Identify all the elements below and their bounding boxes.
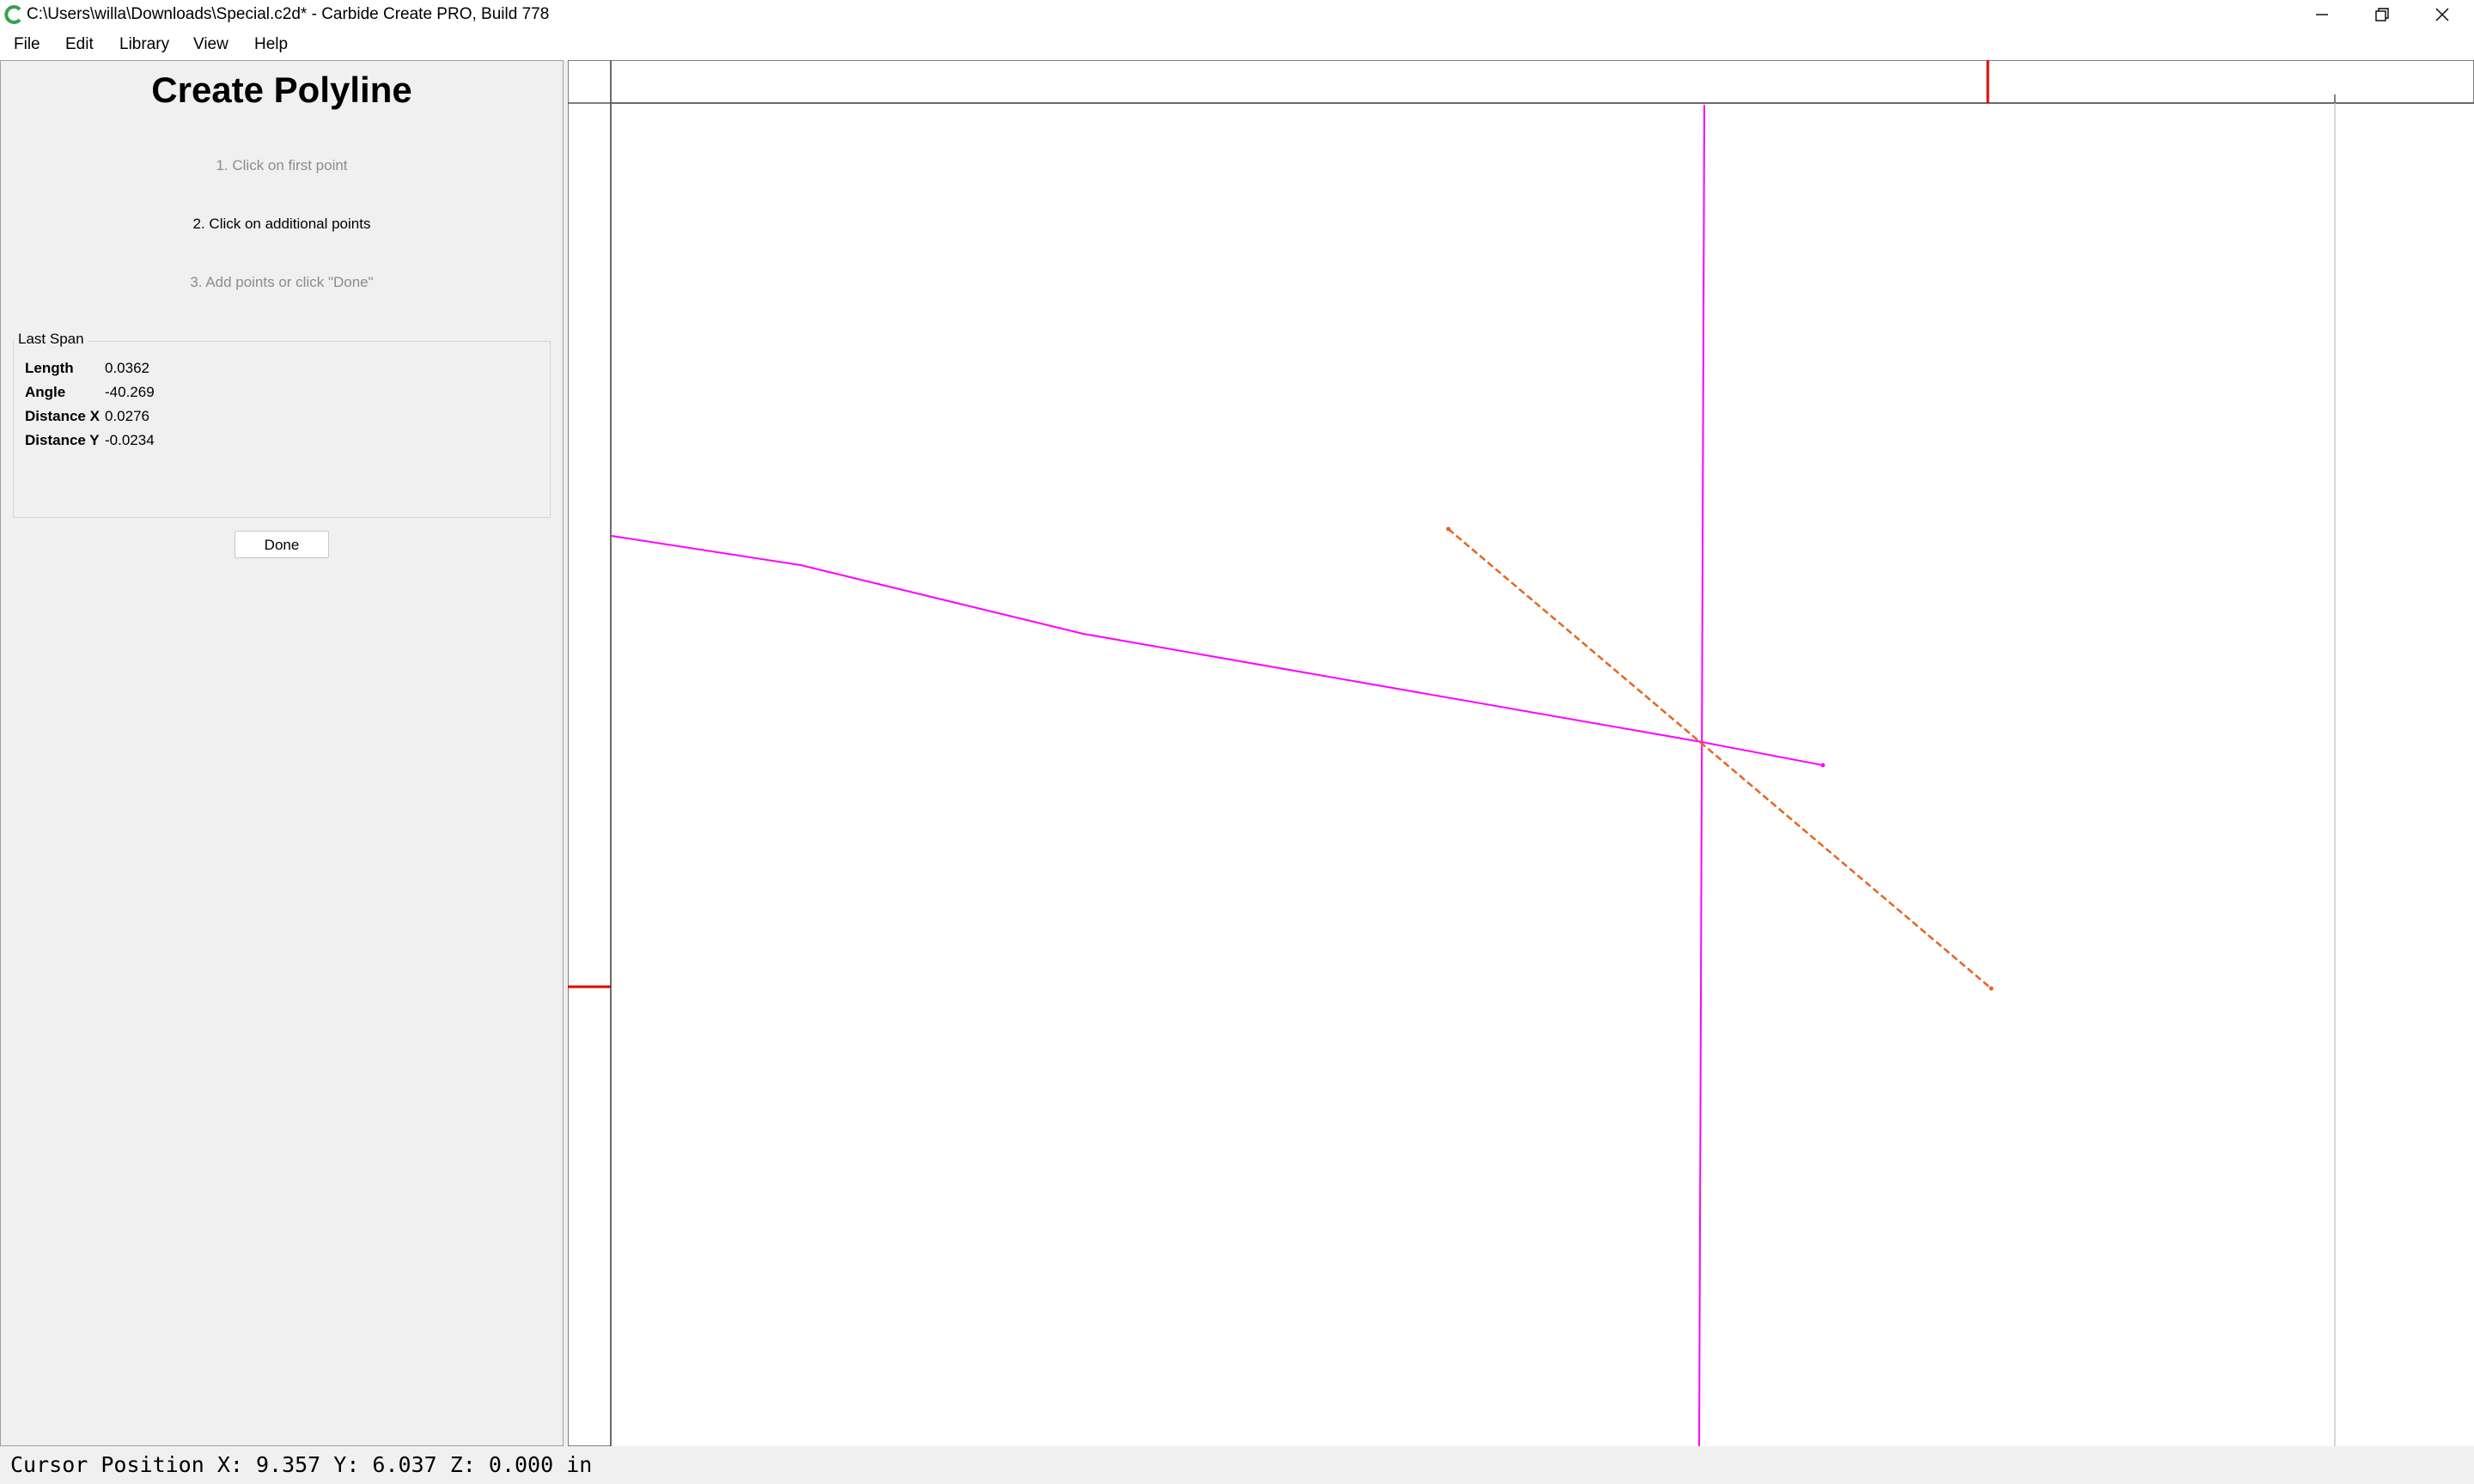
span-value: -40.269: [105, 384, 155, 400]
carbide-create-logo-icon: [4, 5, 21, 24]
span-key: Angle: [25, 384, 66, 400]
menu-library[interactable]: Library: [119, 29, 169, 60]
minimize-button[interactable]: [2292, 0, 2352, 29]
panel-title: Create Polyline: [151, 70, 412, 110]
vertical-ruler: [567, 59, 612, 1447]
canvas-background[interactable]: [568, 60, 2474, 1446]
preview-span-end-point[interactable]: [1989, 986, 1994, 991]
canvas-svg[interactable]: [567, 59, 2474, 1447]
last-span-legend: Last Span: [15, 331, 88, 348]
restore-button[interactable]: [2352, 0, 2412, 29]
close-button[interactable]: [2412, 0, 2472, 29]
title-bar: C:\Users\willa\Downloads\Special.c2d* - …: [0, 0, 2474, 29]
span-value: 0.0362: [105, 360, 149, 376]
span-value: 0.0276: [105, 408, 149, 424]
status-bar: Cursor Position X: 9.357 Y: 6.037 Z: 0.0…: [0, 1446, 2474, 1484]
menu-bar: File Edit Library View Help: [0, 29, 2474, 60]
span-value: -0.0234: [105, 432, 155, 448]
design-canvas[interactable]: [567, 59, 2474, 1447]
horizontal-ruler: [567, 59, 2474, 104]
last-span-group: [13, 341, 551, 518]
menu-view[interactable]: View: [193, 29, 229, 60]
span-key: Distance X: [25, 408, 100, 424]
cursor-position-readout: Cursor Position X: 9.357 Y: 6.037 Z: 0.0…: [10, 1452, 593, 1477]
preview-span-start-point[interactable]: [1446, 526, 1451, 532]
tool-panel: Create Polyline 1. Click on first point …: [0, 60, 564, 1446]
step-2: 2. Click on additional points: [192, 216, 371, 232]
window-title: C:\Users\willa\Downloads\Special.c2d* - …: [27, 5, 550, 23]
menu-edit[interactable]: Edit: [65, 29, 94, 60]
restore-icon: [2375, 8, 2389, 21]
menu-help[interactable]: Help: [254, 29, 288, 60]
done-button[interactable]: Done: [235, 531, 329, 558]
step-1: 1. Click on first point: [216, 157, 348, 173]
span-key: Distance Y: [25, 432, 100, 448]
menu-file[interactable]: File: [14, 29, 40, 60]
polyline-endpoint[interactable]: [1820, 763, 1825, 768]
minimize-icon: [2316, 14, 2328, 15]
span-key: Length: [25, 360, 74, 376]
step-3: 3. Add points or click "Done": [190, 274, 374, 290]
close-icon: [2435, 8, 2449, 21]
